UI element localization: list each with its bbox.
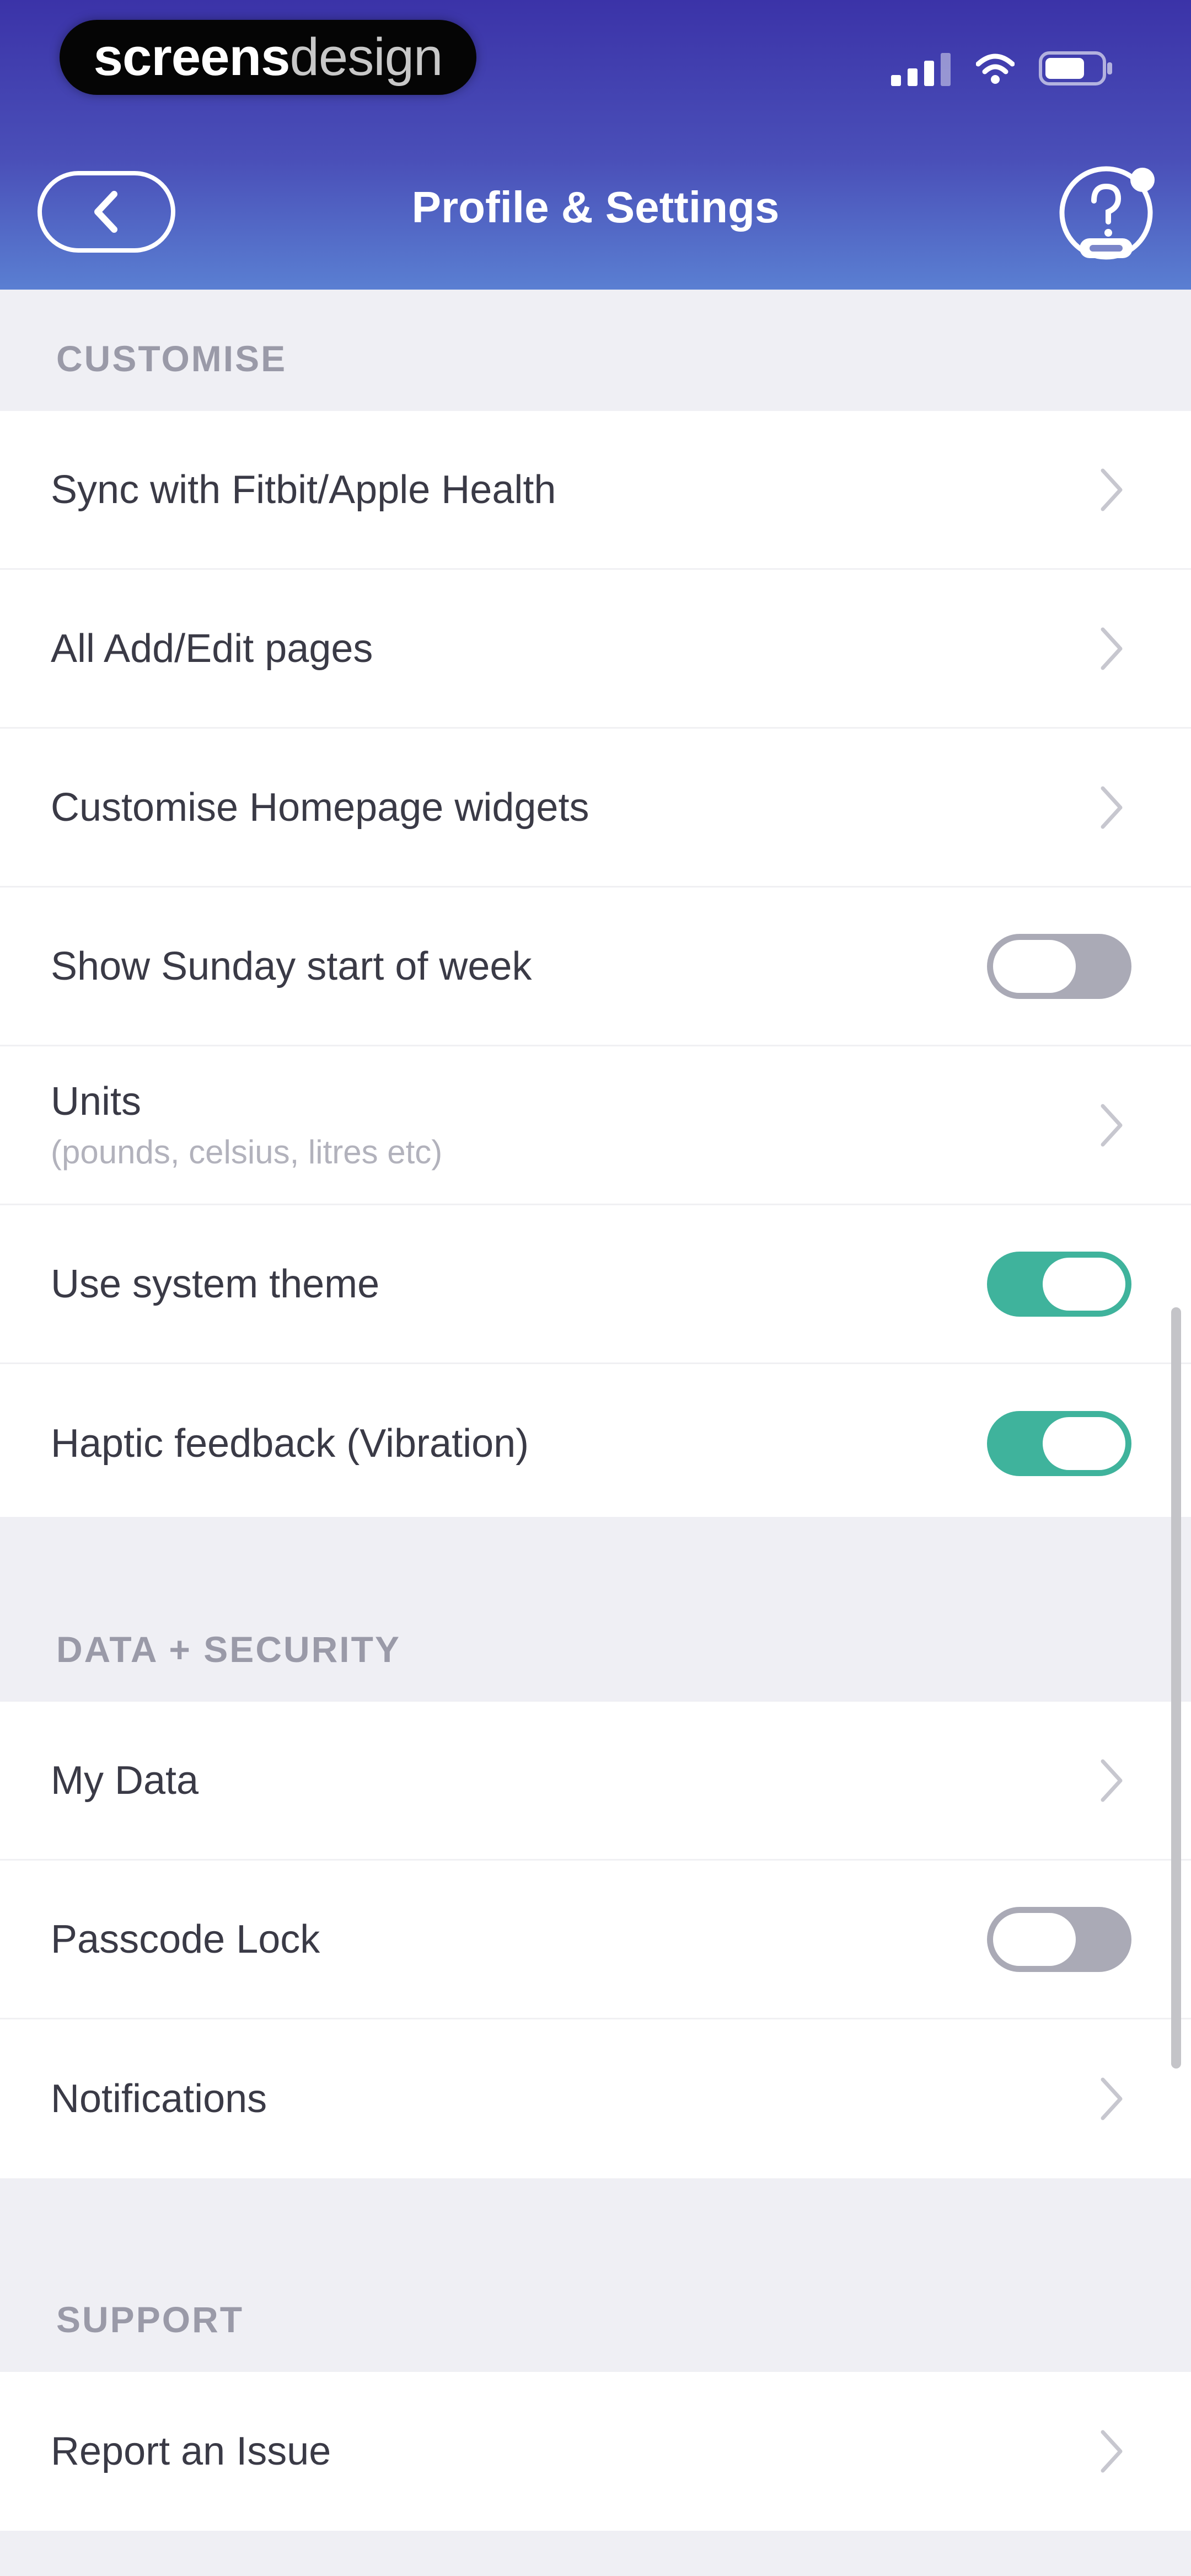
setting-text: Use system theme bbox=[51, 1262, 987, 1307]
setting-row-units[interactable]: Units (pounds, celsius, litres etc) bbox=[0, 1046, 1191, 1205]
setting-row-notifications[interactable]: Notifications bbox=[0, 2019, 1191, 2178]
chevron-right-icon bbox=[1101, 468, 1123, 511]
setting-row-report-an-issue[interactable]: Report an Issue bbox=[0, 2372, 1191, 2531]
cellular-signal-icon bbox=[891, 53, 951, 86]
toggle-knob bbox=[993, 939, 1076, 993]
chevron-right-icon bbox=[1101, 786, 1123, 829]
setting-text: Sync with Fitbit/Apple Health bbox=[51, 467, 1098, 512]
settings-group-support: Report an Issue bbox=[0, 2372, 1191, 2531]
setting-text: All Add/Edit pages bbox=[51, 626, 1098, 671]
setting-row-show-sunday-start-of-week[interactable]: Show Sunday start of week bbox=[0, 888, 1191, 1046]
screensdesign-watermark: screensdesign bbox=[60, 20, 476, 95]
page-title: Profile & Settings bbox=[411, 183, 780, 232]
toggle-knob bbox=[993, 1912, 1076, 1966]
watermark-light: design bbox=[289, 28, 443, 87]
settings-group-data-security: My Data Passcode Lock Notifications bbox=[0, 1702, 1191, 2178]
setting-row-passcode-lock[interactable]: Passcode Lock bbox=[0, 1861, 1191, 2019]
setting-row-use-system-theme[interactable]: Use system theme bbox=[0, 1205, 1191, 1364]
toggle-switch-use-system-theme[interactable] bbox=[987, 1251, 1131, 1317]
setting-label: Passcode Lock bbox=[51, 1917, 320, 1962]
navigation-bar: Profile & Settings bbox=[0, 149, 1191, 276]
setting-text: Notifications bbox=[51, 2076, 1098, 2121]
status-icons bbox=[891, 51, 1114, 86]
chevron-right-icon bbox=[1101, 2077, 1123, 2120]
status-bar: screensdesign bbox=[0, 0, 1191, 127]
chevron-right-icon bbox=[1101, 627, 1123, 670]
toggle-switch-show-sunday-start-of-week[interactable] bbox=[987, 933, 1131, 999]
toggle-switch-passcode-lock[interactable] bbox=[987, 1906, 1131, 1972]
toggle-switch-haptic-feedback-vibration[interactable] bbox=[987, 1411, 1131, 1476]
setting-text: Report an Issue bbox=[51, 2429, 1098, 2474]
toggle-knob bbox=[1043, 1257, 1125, 1311]
scrollbar[interactable] bbox=[1171, 1307, 1181, 2069]
chevron-right-icon bbox=[1101, 2430, 1123, 2473]
section-header-data-security: DATA + SECURITY bbox=[0, 1517, 1191, 1702]
setting-text: Haptic feedback (Vibration) bbox=[51, 1421, 987, 1466]
watermark-text: screensdesign bbox=[94, 27, 443, 88]
setting-label: Report an Issue bbox=[51, 2429, 331, 2473]
setting-text: Show Sunday start of week bbox=[51, 944, 987, 989]
watermark-bold: screens bbox=[93, 28, 291, 87]
setting-row-all-add-edit-pages[interactable]: All Add/Edit pages bbox=[0, 570, 1191, 729]
setting-sublabel: (pounds, celsius, litres etc) bbox=[51, 1134, 443, 1171]
chevron-right-icon bbox=[1101, 1759, 1123, 1802]
setting-text: Units (pounds, celsius, litres etc) bbox=[51, 1079, 1098, 1171]
setting-label: Sync with Fitbit/Apple Health bbox=[51, 467, 556, 512]
toggle-knob bbox=[1043, 1417, 1125, 1470]
setting-label: My Data bbox=[51, 1758, 199, 1803]
setting-row-customise-homepage-widgets[interactable]: Customise Homepage widgets bbox=[0, 729, 1191, 888]
setting-label: All Add/Edit pages bbox=[51, 626, 373, 671]
setting-label: Show Sunday start of week bbox=[51, 944, 532, 988]
setting-label: Customise Homepage widgets bbox=[51, 785, 589, 830]
setting-label: Use system theme bbox=[51, 1262, 380, 1306]
setting-text: Customise Homepage widgets bbox=[51, 785, 1098, 830]
setting-text: Passcode Lock bbox=[51, 1917, 987, 1962]
help-button[interactable] bbox=[1058, 164, 1155, 261]
settings-group-customise: Sync with Fitbit/Apple Health All Add/Edi… bbox=[0, 411, 1191, 1523]
notification-dot bbox=[1130, 168, 1155, 192]
setting-label: Units bbox=[51, 1079, 142, 1124]
app-header: screensdesign Profile & Settings bbox=[0, 0, 1191, 290]
setting-row-sync-with-fitbit-apple-health[interactable]: Sync with Fitbit/Apple Health bbox=[0, 411, 1191, 570]
setting-text: My Data bbox=[51, 1758, 1098, 1803]
section-header-customise: CUSTOMISE bbox=[0, 292, 1191, 411]
setting-label: Haptic feedback (Vibration) bbox=[51, 1421, 529, 1466]
wifi-icon bbox=[976, 54, 1015, 84]
section-header-support: SUPPORT bbox=[0, 2179, 1191, 2372]
setting-row-haptic-feedback-vibration[interactable]: Haptic feedback (Vibration) bbox=[0, 1364, 1191, 1523]
chevron-right-icon bbox=[1101, 1104, 1123, 1146]
setting-row-my-data[interactable]: My Data bbox=[0, 1702, 1191, 1861]
battery-icon bbox=[1039, 51, 1112, 85]
setting-label: Notifications bbox=[51, 2077, 267, 2121]
